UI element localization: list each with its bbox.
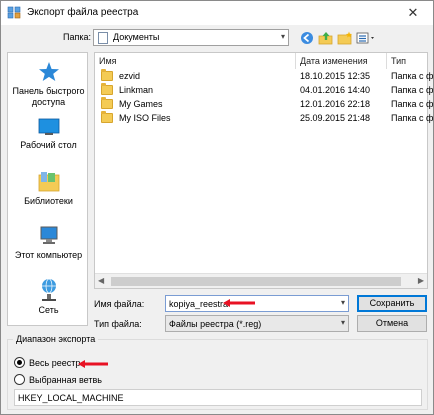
chevron-down-icon: ▾ (340, 318, 345, 327)
folder-icon (101, 97, 113, 109)
chevron-down-icon: ▾ (280, 32, 285, 41)
list-item[interactable]: ezvid 18.10.2015 12:35 Папка с ф (95, 69, 433, 83)
filename-field[interactable]: kopiya_reestra ▾ (165, 295, 349, 312)
folder-select[interactable]: Документы ▾ (93, 29, 289, 46)
file-date: 18.10.2015 12:35 (300, 71, 371, 81)
branch-field[interactable]: HKEY_LOCAL_MACHINE (14, 389, 422, 406)
place-label: Этот компьютер (14, 250, 83, 260)
place-label: Панель быстрого доступа (12, 86, 85, 107)
view-menu-button[interactable] (356, 30, 378, 46)
desktop-icon (38, 118, 59, 135)
list-item[interactable]: Linkman 04.01.2016 14:40 Папка с ф (95, 83, 433, 97)
filetype-value: Файлы реестра (*.reg) (169, 319, 262, 329)
up-folder-icon (318, 32, 333, 45)
radio-label-branch[interactable]: Выбранная ветвь (29, 375, 102, 385)
place-quick-access[interactable]: Панель быстрого доступа (8, 61, 89, 108)
place-label: Сеть (38, 305, 59, 315)
highlight-arrow-icon (78, 360, 108, 368)
folder-current: Документы (113, 32, 160, 42)
registry-editor-icon (7, 6, 21, 19)
scroll-left-icon[interactable]: ◀ (98, 276, 104, 285)
file-date: 12.01.2016 22:18 (300, 99, 371, 109)
filetype-label: Тип файла: (94, 319, 142, 329)
column-header-name[interactable]: Имя (95, 53, 295, 69)
file-type: Папка с ф (391, 113, 434, 123)
export-dialog: Экспорт файла реестра ✕ Папка: Документы… (0, 0, 434, 415)
file-name: My Games (119, 99, 163, 109)
export-range-title: Диапазон экспорта (13, 334, 99, 344)
radio-button[interactable] (14, 357, 25, 368)
new-folder-icon (337, 31, 352, 45)
window-title: Экспорт файла реестра (27, 7, 139, 18)
branch-value: HKEY_LOCAL_MACHINE (18, 393, 124, 403)
radio-label-all[interactable]: Весь реестр (29, 358, 80, 368)
file-type: Папка с ф (391, 99, 434, 109)
cancel-button[interactable]: Отмена (357, 315, 427, 332)
file-date: 04.01.2016 14:40 (300, 85, 371, 95)
view-menu-icon (356, 32, 374, 44)
place-this-pc[interactable]: Этот компьютер (8, 225, 89, 261)
file-date: 25.09.2015 21:48 (300, 113, 371, 123)
title-bar: Экспорт файла реестра ✕ (1, 1, 433, 25)
chevron-down-icon[interactable]: ▾ (341, 298, 345, 307)
filename-label: Имя файла: (94, 299, 145, 309)
filename-value: kopiya_reestra (169, 299, 229, 309)
folder-icon (101, 83, 113, 95)
new-folder-button[interactable] (337, 30, 353, 46)
network-icon (41, 278, 56, 301)
column-header-date[interactable]: Дата изменения (296, 53, 386, 69)
filetype-select[interactable]: Файлы реестра (*.reg) ▾ (165, 315, 349, 332)
libraries-icon (38, 172, 59, 192)
folder-icon (101, 69, 113, 81)
place-desktop[interactable]: Рабочий стол (8, 117, 89, 151)
documents-icon (98, 32, 108, 44)
folder-label: Папка: (63, 32, 91, 42)
column-header-type[interactable]: Тип (387, 53, 427, 69)
folder-icon (101, 111, 113, 123)
file-type: Папка с ф (391, 85, 434, 95)
list-item[interactable]: My ISO Files 25.09.2015 21:48 Папка с ф (95, 111, 433, 125)
file-list[interactable]: Имя Дата изменения Тип ezvid 18.10.2015 … (94, 52, 433, 289)
file-type: Папка с ф (391, 71, 434, 81)
save-button[interactable]: Сохранить (357, 295, 427, 312)
radio-button[interactable] (14, 374, 25, 385)
star-icon (38, 62, 59, 81)
close-icon: ✕ (407, 5, 419, 20)
list-item[interactable]: My Games 12.01.2016 22:18 Папка с ф (95, 97, 433, 111)
up-folder-button[interactable] (318, 30, 334, 46)
scroll-right-icon[interactable]: ▶ (418, 276, 424, 285)
folder-toolbar (299, 29, 378, 47)
horizontal-scrollbar[interactable]: ◀ ▶ (95, 273, 427, 288)
place-libraries[interactable]: Библиотеки (8, 171, 89, 207)
highlight-arrow-icon (223, 299, 255, 307)
places-bar: Панель быстрого доступа Рабочий стол Биб… (7, 52, 88, 326)
close-button[interactable]: ✕ (393, 1, 433, 25)
file-name: Linkman (119, 85, 154, 95)
file-name: My ISO Files (119, 113, 171, 123)
scrollbar-thumb[interactable] (111, 277, 401, 286)
place-label: Библиотеки (24, 196, 73, 206)
back-button[interactable] (299, 30, 315, 46)
computer-icon (40, 226, 57, 244)
back-icon (301, 32, 313, 44)
file-name: ezvid (119, 71, 141, 81)
place-network[interactable]: Сеть (8, 278, 89, 316)
place-label: Рабочий стол (20, 140, 77, 150)
